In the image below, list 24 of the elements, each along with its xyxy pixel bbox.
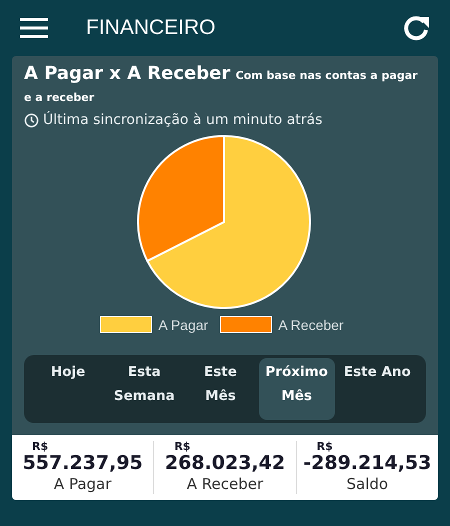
amount-label: A Pagar: [54, 474, 112, 494]
amount-value: -289.214,53: [303, 452, 432, 474]
period-tab[interactable]: Este Mês: [182, 358, 259, 420]
chart-title: A Pagar x A Receber Com base nas contas a pagar e a receber: [24, 64, 419, 106]
period-tab[interactable]: Próximo Mês: [258, 358, 335, 420]
clock-icon: [24, 112, 39, 128]
period-tab[interactable]: Esta Semana: [106, 358, 182, 420]
amount-value: 557.237,95: [22, 452, 143, 474]
amount-label: A Receber: [186, 474, 264, 494]
refresh-icon[interactable]: [402, 14, 430, 42]
app-title: FINANCEIRO: [86, 16, 217, 40]
sync-status: Última sincronização à um minuto atrás: [43, 112, 322, 128]
currency-label: R$: [32, 441, 48, 452]
legend-label: A Pagar: [158, 316, 208, 332]
currency-label: R$: [316, 441, 333, 452]
currency-label: R$: [174, 441, 190, 452]
amount-label: Saldo: [346, 474, 388, 494]
legend-swatch: [100, 316, 152, 333]
legend-swatch: [220, 316, 272, 333]
menu-icon[interactable]: [20, 17, 48, 39]
amount-value: 268.023,42: [164, 452, 286, 474]
legend-label: A Receber: [278, 316, 344, 332]
period-tab[interactable]: Hoje: [30, 358, 106, 420]
period-tab[interactable]: Este Ano: [334, 358, 420, 420]
